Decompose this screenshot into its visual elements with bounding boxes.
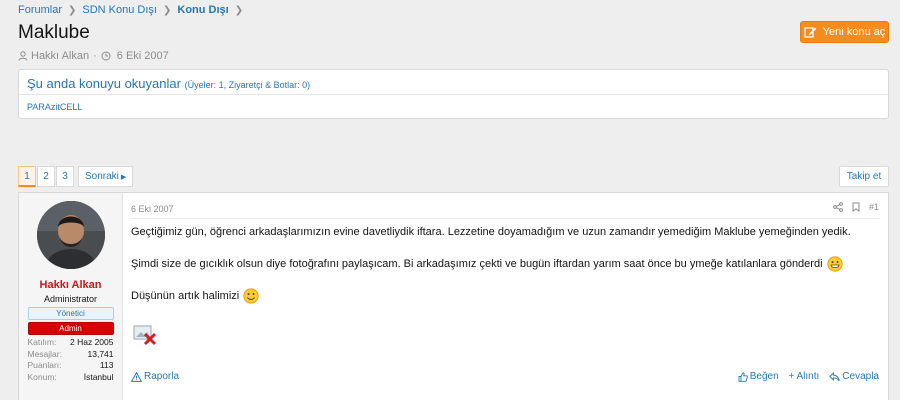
post-text: Şimdi size de gıcıklık olsun diye fotoğr… [131,258,823,270]
user-stats: Katılım: 2 Haz 2005 Mesajlar: 13,741 Puanl… [28,337,114,383]
smile-emoji-icon [243,288,259,304]
reader-username[interactable]: PARAzitCELL [27,102,82,112]
caret-right-icon: ▶ [120,173,127,181]
user-banner-admin: Admin [27,322,114,335]
user-stat-row: Konum: İstanbul [28,372,114,384]
edit-icon [804,27,817,38]
grin-emoji-icon [826,256,843,272]
stat-label: Mesajlar: [27,348,62,359]
pagination: 1 2 3 Sonraki ▶ [18,166,134,187]
stat-label: Konum: [27,371,57,382]
follow-button[interactable]: Takip et [839,166,889,187]
stat-value: 2 Haz 2005 [70,337,114,347]
user-banner-yonetici: Yönetici [27,307,114,320]
stat-value: 113 [99,360,114,370]
chevron-right-icon: ❯ [234,4,244,16]
user-stat-row: Puanları: 113 [28,360,114,372]
current-readers-counts: (Üyeler: 1, Ziyaretçi & Botlar: 0) [184,80,311,90]
quote-button[interactable]: + Alıntı [789,371,820,382]
user-stat-row: Mesajlar: 13,741 [28,349,114,361]
current-readers-title[interactable]: Şu anda konuyu okuyanlar [27,76,181,91]
warning-icon [131,371,142,382]
chevron-right-icon: ❯ [163,4,172,16]
stat-label: Katılım: [27,337,57,347]
broken-image-icon[interactable] [133,324,157,349]
report-link[interactable]: Raporla [131,371,179,382]
current-readers-block: Şu anda konuyu okuyanlar (Üyeler: 1, Ziy… [18,69,889,119]
avatar[interactable] [36,201,105,269]
post-username[interactable]: Hakkı Alkan [40,279,102,291]
chevron-right-icon: ❯ [68,4,77,16]
post-actions: Raporla Beğen + Alıntı Cevapla [131,371,879,382]
plus-icon: + [788,371,795,382]
page-1-button[interactable]: 1 [18,166,36,187]
meta-separator: · [93,50,97,62]
stat-label: Puanları: [27,360,62,370]
post-user-cell: Hakkı Alkan Administrator Yönetici Admin… [19,193,123,400]
thread-meta: Hakkı Alkan · 6 Eki 2007 [18,50,169,62]
post-paragraph: Şimdi size de gıcıklık olsun diye fotoğr… [131,256,843,272]
user-icon [18,51,28,61]
reply-label: Cevapla [842,371,879,382]
post-date[interactable]: 6 Eki 2007 [131,204,174,214]
new-thread-button[interactable]: Yeni konu aç [800,21,889,43]
thread-author[interactable]: Hakkı Alkan [31,50,89,62]
current-readers-list: PARAzitCELL [19,95,888,119]
stat-value: İstanbul [83,371,114,382]
thread-date[interactable]: 6 Eki 2007 [117,50,169,62]
post: Hakkı Alkan Administrator Yönetici Admin… [18,192,889,400]
post-paragraph: Geçtiğimiz gün, öğrenci arkadaşlarımızın… [131,226,851,238]
reply-icon [829,371,840,381]
clock-icon [101,51,111,61]
post-action-group: Beğen + Alıntı Cevapla [728,371,879,382]
page-2-button[interactable]: 2 [37,166,55,187]
post-text: Geçtiğimiz gün, öğrenci arkadaşlarımızın… [131,226,851,238]
breadcrumb-item-sdn-konu-disi[interactable]: SDN Konu Dışı [82,4,157,16]
like-button[interactable]: Beğen [738,371,779,382]
breadcrumb: Forumlar ❯ SDN Konu Dışı ❯ Konu Dışı ❯ [18,4,249,16]
thumbs-up-icon [738,371,748,382]
post-text: Düşünün artık halimizi [131,290,240,302]
post-number[interactable]: #1 [869,202,879,212]
like-label: Beğen [749,371,779,382]
breadcrumb-item-forumlar[interactable]: Forumlar [18,4,62,16]
user-title: Administrator [43,294,97,304]
page-title: Maklube [18,22,90,43]
reply-button[interactable]: Cevapla [829,371,879,382]
post-tools: #1 [824,202,879,212]
post-paragraph: Düşünün artık halimizi [131,288,259,304]
next-page-label: Sonraki [85,171,119,182]
quote-label: Alıntı [796,371,820,382]
report-label: Raporla [144,371,180,382]
new-thread-label: Yeni konu aç [822,26,886,38]
post-divider [131,218,879,219]
stat-value: 13,741 [87,348,114,359]
share-icon[interactable] [833,202,843,212]
next-page-button[interactable]: Sonraki ▶ [78,166,134,187]
page-3-button[interactable]: 3 [56,166,74,187]
post-content-cell: 6 Eki 2007 #1 Geçtiğimiz gün, öğrenci ar… [123,193,888,400]
current-readers-header: Şu anda konuyu okuyanlar (Üyeler: 1, Ziy… [19,70,888,95]
bookmark-icon[interactable] [852,202,860,212]
breadcrumb-item-konu-disi[interactable]: Konu Dışı [177,4,228,16]
user-stat-row: Katılım: 2 Haz 2005 [28,337,114,349]
